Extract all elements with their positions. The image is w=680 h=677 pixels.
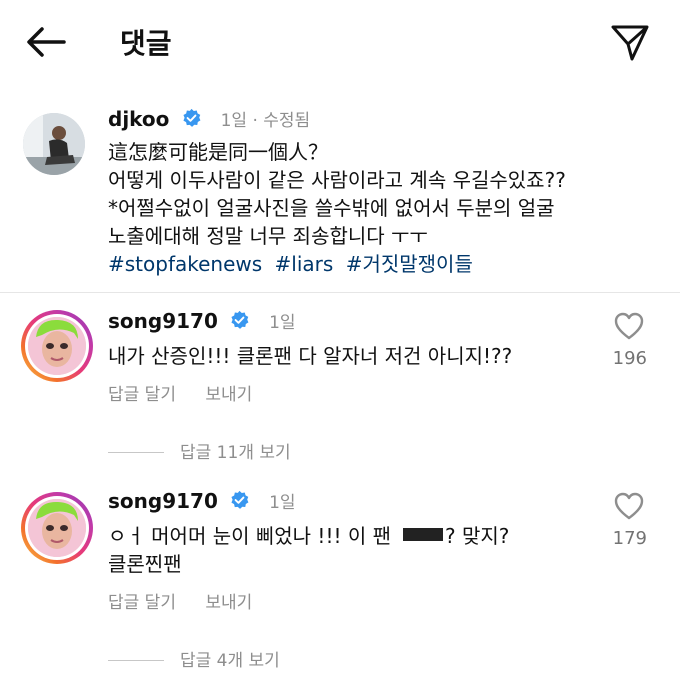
comment-text: ㅇㅓ 머어머 눈이 삐었나 !!! 이 팬 ? 맞지? 클론찐팬 — [108, 522, 509, 578]
hashtag-link[interactable]: #거짓말쟁이들 — [346, 252, 473, 276]
caption-line: 어떻게 이두사람이 같은 사람이라고 계속 우길수있죠?? — [108, 168, 566, 192]
comment-time: 1일 — [269, 313, 296, 333]
comment-item: song9170 1일 ㅇㅓ 머어머 눈이 삐었나 !!! 이 팬 ? 맞지? 클… — [0, 478, 680, 677]
redaction-bar — [403, 528, 443, 541]
caption-line: 노출에대해 정말 너무 죄송합니다 ㅜㅜ — [108, 224, 428, 248]
post-meta: 1일 · 수정됨 — [220, 111, 311, 131]
post-caption: 這怎麼可能是同一個人？ 어떻게 이두사람이 같은 사람이라고 계속 우길수있죠?… — [108, 138, 566, 278]
profile-photo-icon — [23, 113, 85, 175]
comment-username[interactable]: song9170 — [108, 489, 218, 513]
hashtag-link[interactable]: #liars — [275, 252, 334, 276]
comment-line: 클론찐팬 — [108, 552, 182, 576]
divider — [0, 292, 680, 293]
post-username[interactable]: djkoo — [108, 107, 169, 131]
comment-actions: 답글 달기 보내기 — [108, 380, 276, 405]
divider — [108, 452, 164, 453]
hashtag-link[interactable]: #stopfakenews — [108, 252, 262, 276]
view-replies-button[interactable]: 답글 4개 보기 — [108, 646, 280, 671]
comment-text-part: ? 맞지? — [445, 524, 510, 548]
caption-line: 這怎麼可能是同一個人？ — [108, 140, 328, 164]
view-replies-label: 답글 11개 보기 — [180, 443, 291, 463]
like-count: 179 — [612, 528, 647, 549]
cartoon-avatar-icon — [28, 499, 86, 557]
comment-text-part: ㅇㅓ 머어머 눈이 삐었나 !!! 이 팬 — [108, 524, 391, 548]
post-header: djkoo 1일 · 수정됨 — [108, 106, 310, 131]
caption-line: *어쩔수없이 얼굴사진을 쓸수밖에 없어서 두분의 얼굴 — [108, 196, 555, 220]
view-replies-button[interactable]: 답글 11개 보기 — [108, 438, 291, 463]
like-count: 196 — [612, 348, 647, 369]
comment-username[interactable]: song9170 — [108, 309, 218, 333]
comment-actions: 답글 달기 보내기 — [108, 588, 276, 613]
verified-badge-icon — [231, 310, 249, 329]
back-arrow-icon[interactable] — [24, 24, 68, 60]
original-post: djkoo 1일 · 수정됨 這怎麼可能是同一個人？ 어떻게 이두사람이 같은 … — [0, 96, 680, 296]
heart-icon[interactable] — [614, 492, 644, 520]
reply-button[interactable]: 답글 달기 — [108, 593, 176, 613]
comment-text: 내가 산증인!!! 클론팬 다 알자너 저건 아니지!?? — [108, 344, 513, 368]
comment-line: ㅇㅓ 머어머 눈이 삐었나 !!! 이 팬 ? 맞지? — [108, 522, 509, 550]
send-icon[interactable] — [610, 23, 650, 63]
page-title: 댓글 — [120, 27, 172, 60]
reply-button[interactable]: 답글 달기 — [108, 385, 176, 405]
comment-header: song9170 1일 — [108, 488, 296, 513]
heart-icon[interactable] — [614, 312, 644, 340]
comment-item: song9170 1일 내가 산증인!!! 클론팬 다 알자너 저건 아니지!?… — [0, 296, 680, 486]
avatar[interactable] — [21, 492, 93, 564]
hashtag-line: #stopfakenews #liars #거짓말쟁이들 — [108, 250, 566, 278]
view-replies-label: 답글 4개 보기 — [180, 651, 280, 671]
avatar[interactable] — [21, 310, 93, 382]
send-button[interactable]: 보내기 — [205, 593, 252, 613]
header-bar: 댓글 — [0, 0, 680, 84]
send-button[interactable]: 보내기 — [205, 385, 252, 405]
comment-time: 1일 — [269, 493, 296, 513]
verified-badge-icon — [231, 490, 249, 509]
avatar[interactable] — [23, 113, 85, 175]
verified-badge-icon — [182, 108, 200, 127]
comment-header: song9170 1일 — [108, 308, 296, 333]
cartoon-avatar-icon — [28, 317, 86, 375]
divider — [108, 660, 164, 661]
